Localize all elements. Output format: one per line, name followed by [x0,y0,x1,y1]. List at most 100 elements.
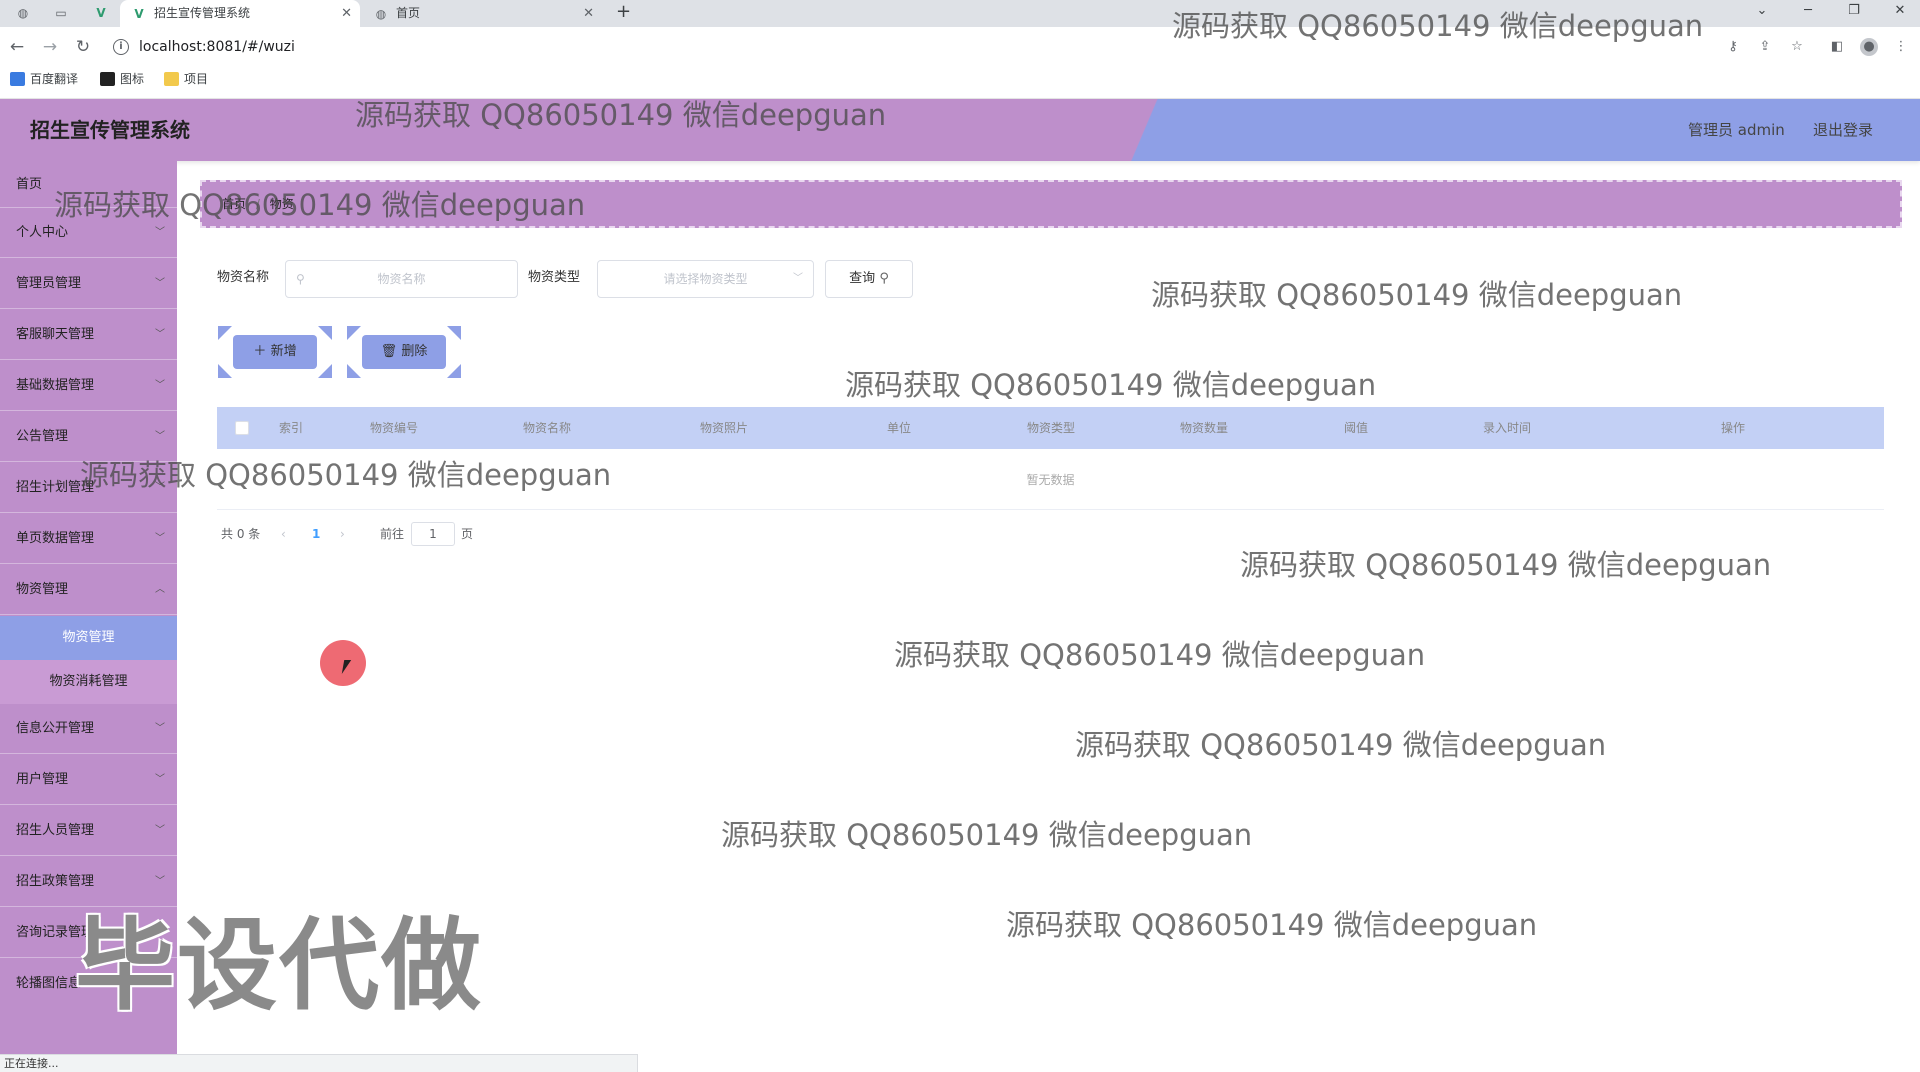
supply-name-input[interactable]: ⚲ 物资名称 [285,260,518,298]
sidebar-item-label: 管理员管理 [16,276,82,291]
trash-icon: 🗑 [380,344,398,359]
chevron-down-icon: ﹀ [155,227,165,238]
sidebar-item-admin[interactable]: 管理员管理 ﹀ [0,259,177,309]
add-button[interactable]: ＋ 新增 [233,335,317,369]
close-icon[interactable]: ✕ [341,0,352,27]
window-close-icon[interactable]: ✕ [1882,0,1918,24]
pagination-goto-input[interactable]: 1 [411,522,455,546]
column-header: 物资类型 [1026,421,1076,435]
kebab-menu-icon[interactable]: ⋮ [1892,38,1910,56]
browser-status-bar: 正在连接... [0,1054,638,1072]
sidebar-item-disclosure[interactable]: 信息公开管理 ﹀ [0,704,177,754]
breadcrumb-home[interactable]: 首页 [222,197,246,211]
sidebar-item-label: 首页 [16,177,43,192]
tab-home[interactable]: ◍ 首页 ✕ [362,0,602,27]
minimize-icon[interactable]: ─ [1790,0,1826,24]
sidepanel-icon[interactable]: ◧ [1828,38,1846,56]
tab-app-title: 招生宣传管理系统 [154,6,251,20]
chevron-down-icon: ﹀ [155,329,165,340]
column-header: 物资编号 [369,421,419,435]
corner-decoration [318,326,332,340]
watermark: 源码获取 QQ86050149 微信deepguan [845,368,1377,402]
sidebar-item-label: 用户管理 [16,772,69,787]
search-icon: ⚲ [296,272,305,286]
globe-icon[interactable]: ◍ [14,4,32,22]
bookmark-project[interactable]: 项目 [162,67,208,91]
corner-decoration [447,326,461,340]
share-icon[interactable]: ⇪ [1756,38,1774,56]
sidebar-item-recruiters[interactable]: 招生人员管理 ﹀ [0,806,177,856]
sidebar-item-basedata[interactable]: 基础数据管理 ﹀ [0,361,177,411]
add-label: 新增 [270,344,297,359]
corner-decoration [218,326,232,340]
vue-tab-icon[interactable]: V [92,4,110,22]
supply-type-select[interactable]: 请选择物资类型 ﹀ [597,260,814,298]
bookmark-baidu-translate[interactable]: 百度翻译 [8,67,78,91]
url-field[interactable]: i localhost:8081/#/wuzi [105,32,1705,62]
watermark: 源码获取 QQ86050149 微信deepguan [894,638,1426,672]
table-empty-state: 暂无数据 [217,450,1884,510]
back-icon[interactable]: ← [6,36,28,58]
sidebar-item-label: 单页数据管理 [16,531,95,546]
sidebar-subitem-consumption[interactable]: 物资消耗管理 [0,660,177,704]
sidebar-item-profile[interactable]: 个人中心 ﹀ [0,208,177,258]
supply-type-label: 物资类型 [528,270,581,285]
sidebar-item-plan[interactable]: 招生计划管理 ﹀ [0,463,177,513]
pagination-page-1[interactable]: 1 [312,520,320,548]
profile-icon[interactable]: ● [1860,38,1878,56]
column-header: 物资名称 [522,421,572,435]
chevron-down-icon: ﹀ [155,723,165,734]
close-icon[interactable]: ✕ [583,0,594,27]
supply-name-label: 物资名称 [217,270,270,285]
sidebar-item-label: 个人中心 [16,225,69,240]
pagination-page-suffix: 页 [461,527,474,541]
sidebar-item-singlepage[interactable]: 单页数据管理 ﹀ [0,514,177,564]
blank-tab-icon[interactable]: ▭ [52,4,70,22]
info-icon[interactable]: i [113,39,129,55]
select-all-checkbox[interactable] [235,421,249,435]
column-header: 录入时间 [1482,421,1532,435]
image-icon [100,72,115,86]
chevron-down-icon: ﹀ [155,380,165,391]
chevron-up-icon: ︿ [155,584,165,595]
tab-app[interactable]: V 招生宣传管理系统 ✕ [120,0,360,27]
sidebar-subitem-supplies[interactable]: 物资管理 [0,616,177,660]
sidebar-item-supplies[interactable]: 物资管理 ︿ [0,565,177,615]
address-bar: ← → ↻ i localhost:8081/#/wuzi ⚷ ⇪ ☆ ◧ ● … [0,27,1920,67]
app-header: 招生宣传管理系统 管理员 admin 退出登录 [0,99,1920,161]
column-header: 索引 [278,421,304,435]
logout-button[interactable]: 退出登录 [1813,99,1873,161]
pagination-goto-label: 前往 [380,527,405,541]
column-header: 物资照片 [699,421,749,435]
sidebar-item-chat[interactable]: 客服聊天管理 ﹀ [0,310,177,360]
sidebar-item-notice[interactable]: 公告管理 ﹀ [0,412,177,462]
supply-name-placeholder: 物资名称 [377,272,426,286]
chevron-down-icon: ﹀ [793,273,803,284]
forward-icon[interactable]: → [39,36,61,58]
url-text[interactable]: localhost:8081/#/wuzi [139,32,295,62]
sidebar-item-label: 物资管理 [16,582,69,597]
sidebar-item-label: 公告管理 [16,429,69,444]
query-button[interactable]: 查询 ⚲ [825,260,913,298]
admin-label[interactable]: 管理员 admin [1688,99,1785,161]
tab-home-title: 首页 [396,6,421,20]
pagination-prev-button[interactable]: ‹ [281,520,286,548]
new-tab-button[interactable]: + [616,1,631,22]
delete-button[interactable]: 🗑 删除 [362,335,446,369]
sidebar-item-users[interactable]: 用户管理 ﹀ [0,755,177,805]
tab-search-icon[interactable]: ⌄ [1744,0,1780,24]
folder-icon [164,72,179,86]
bookmark-icons[interactable]: 图标 [98,67,144,91]
table-header: 索引 物资编号 物资名称 物资照片 单位 物资类型 物资数量 阈值 录入时间 操… [217,407,1884,449]
reload-icon[interactable]: ↻ [72,36,94,58]
key-icon[interactable]: ⚷ [1724,38,1742,56]
bookmark-label: 百度翻译 [30,72,79,86]
sidebar-item-home[interactable]: 首页 [0,161,177,208]
supply-type-placeholder: 请选择物资类型 [663,272,748,286]
restore-icon[interactable]: ❐ [1836,0,1872,24]
star-icon[interactable]: ☆ [1788,38,1806,56]
plus-icon: ＋ [253,344,267,359]
search-icon: ⚲ [879,271,889,286]
sidebar-item-label: 基础数据管理 [16,378,95,393]
pagination-next-button[interactable]: › [340,520,345,548]
